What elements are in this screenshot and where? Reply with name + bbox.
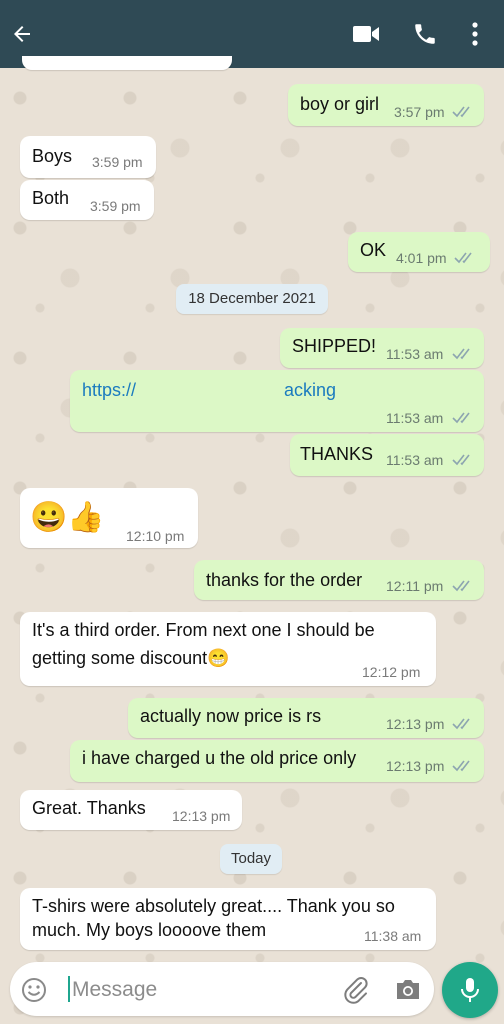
read-ticks-icon [452,580,470,592]
message-text-line-1: T-shirs were absolutely great.... Thank … [32,896,395,916]
message-time: 12:11 pm [386,578,444,594]
message-time: 3:59 pm [90,198,141,214]
message-text: actually now price is rs [140,706,322,726]
date-label: 18 December 2021 [188,290,316,307]
message-bubble-outgoing[interactable]: THANKS 11:53 am [290,434,484,476]
video-camera-icon[interactable] [352,22,380,46]
message-text: boy or girl [300,94,380,114]
phone-icon[interactable] [412,20,438,48]
message-time: 11:53 am [386,452,444,468]
message-time: 11:38 am [364,928,422,944]
paperclip-icon[interactable] [340,974,370,1004]
message-text: i have charged u the old price only [82,748,357,768]
read-ticks-icon [452,760,470,772]
message-text-line-2: getting some discount😁 [32,648,230,668]
message-text-line-1: It's a third order. From next one I shou… [32,620,375,640]
message-composer: Message [10,962,434,1016]
message-time: 11:53 am [386,410,444,426]
message-time: 12:10 pm [126,528,185,544]
message-text: thanks for the order [206,570,363,590]
message-emoji: 😀👍 [30,501,105,534]
microphone-button[interactable] [442,962,498,1018]
message-bubble-incoming[interactable]: T-shirs were absolutely great.... Thank … [20,888,436,950]
read-ticks-icon [452,348,470,360]
date-divider: 18 December 2021 [176,284,328,314]
message-bubble-partial [22,56,232,70]
date-divider: Today [220,844,282,874]
message-time: 12:13 pm [386,716,445,732]
more-vertical-icon[interactable] [468,20,482,48]
message-text: Boys [32,146,73,166]
message-bubble-incoming[interactable]: Both 3:59 pm [20,180,154,220]
message-input[interactable]: Message [72,978,157,1002]
message-bubble-outgoing[interactable]: i have charged u the old price only 12:1… [70,740,484,782]
read-ticks-icon [452,454,470,466]
read-ticks-icon [452,106,470,118]
message-link-end[interactable]: acking [284,380,336,401]
message-time: 3:57 pm [394,104,445,120]
date-label: Today [230,850,272,867]
message-text: OK [360,240,387,260]
message-text: Both [32,188,70,208]
message-time: 3:59 pm [92,154,143,170]
text-cursor [68,976,70,1002]
message-time: 12:12 pm [362,664,421,680]
message-bubble-incoming[interactable]: It's a third order. From next one I shou… [20,612,436,686]
message-bubble-outgoing[interactable]: SHIPPED! 11:53 am [280,328,484,368]
microphone-icon [461,978,479,1002]
message-bubble-incoming[interactable]: Great. Thanks 12:13 pm [20,790,242,830]
message-text: Great. Thanks [32,798,146,818]
camera-icon[interactable] [394,976,422,1002]
message-text-line-2: much. My boys loooove them [32,920,267,940]
message-text: THANKS [300,444,374,464]
message-bubble-outgoing[interactable]: actually now price is rs 12:13 pm [128,698,484,738]
message-time: 12:13 pm [172,808,231,824]
message-bubble-outgoing[interactable]: boy or girl 3:57 pm [288,84,484,126]
read-ticks-icon [452,718,470,730]
message-bubble-outgoing[interactable]: OK 4:01 pm [348,232,490,272]
message-link-start[interactable]: https:// [82,380,136,401]
read-ticks-icon [454,252,472,264]
read-ticks-icon [452,412,470,424]
message-bubble-outgoing[interactable]: thanks for the order 12:11 pm [194,560,484,600]
arrow-left-icon[interactable] [10,20,34,48]
message-bubble-incoming[interactable]: Boys 3:59 pm [20,136,156,178]
message-text: SHIPPED! [292,336,377,356]
message-bubble-outgoing[interactable]: https:// acking 11:53 am [70,370,484,432]
emoji-icon[interactable] [20,976,48,1004]
message-time: 12:13 pm [386,758,445,774]
message-time: 4:01 pm [396,250,447,266]
message-time: 11:53 am [386,346,444,362]
message-bubble-incoming[interactable]: 😀👍 12:10 pm [20,488,198,548]
